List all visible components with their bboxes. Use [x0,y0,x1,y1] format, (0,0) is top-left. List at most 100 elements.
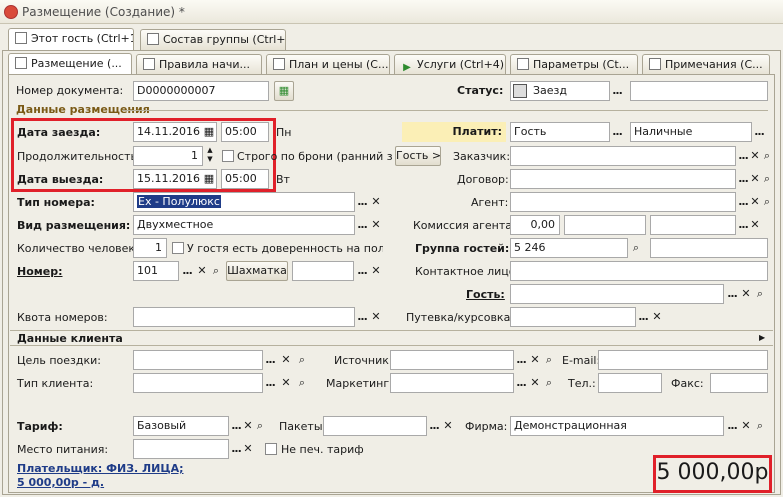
guest-clear-icon[interactable]: ✕ [739,285,753,303]
room-extra-clear-icon[interactable]: ✕ [369,262,383,280]
customer-search-icon[interactable]: ⌕ [760,147,774,165]
guest-group-extra-field[interactable] [650,238,768,258]
room-extra-field[interactable] [292,261,354,281]
trip-purpose-search-icon[interactable]: ⌕ [295,351,309,369]
marketing-select-button[interactable]: ... [514,374,528,392]
duration-field[interactable]: 1 [133,146,203,166]
contract-search-icon[interactable]: ⌕ [760,170,774,188]
room-select-button[interactable]: ... [180,262,194,280]
source-field[interactable] [390,350,514,370]
firm-field[interactable]: Демонстрационная [510,416,724,436]
marketing-field[interactable] [390,373,514,393]
trust-checkbox[interactable] [172,242,184,254]
room-field[interactable]: 101 [133,261,179,281]
guest-field[interactable] [510,284,724,304]
guest-select-button[interactable]: ... [725,285,739,303]
tariff-search-icon[interactable]: ⌕ [253,417,267,435]
status-select-button[interactable]: ... [610,82,624,100]
subtab-rules[interactable]: Правила начи... [136,54,262,75]
quota-field[interactable] [133,307,355,327]
subtab-parameters[interactable]: Параметры (Ct... [510,54,638,75]
guest-group-field[interactable]: 5 246 [510,238,628,258]
agent-commission-extra-field[interactable] [564,215,646,235]
email-field[interactable] [598,350,768,370]
room-type-clear-icon[interactable]: ✕ [369,193,383,211]
meal-clear-icon[interactable]: ✕ [241,440,255,458]
guest-forward-button[interactable]: Гость > [395,146,441,166]
strict-booking-checkbox[interactable] [222,150,234,162]
tariff-field[interactable]: Базовый [133,416,229,436]
meal-field[interactable] [133,439,229,459]
checkout-time-field[interactable]: 05:00 [221,169,269,189]
guest-group-search-icon[interactable]: ⌕ [629,239,643,257]
room-type-select-button[interactable]: ... [355,193,369,211]
customer-field[interactable] [510,146,736,166]
doc-number-action-button[interactable]: ▦ [274,81,294,101]
subtab-notes[interactable]: Примечания (С... [642,54,770,75]
payer-link[interactable]: Плательщик: ФИЗ. ЛИЦА; [17,462,184,475]
room-search-icon[interactable]: ⌕ [209,262,223,280]
packages-field[interactable] [323,416,427,436]
voucher-clear-icon[interactable]: ✕ [650,308,664,326]
status-extra-field[interactable] [630,81,768,101]
pays-method-field[interactable]: Наличные [630,122,752,142]
trip-purpose-select-button[interactable]: ... [263,351,277,369]
placement-type-select-button[interactable]: ... [355,216,369,234]
marketing-search-icon[interactable]: ⌕ [542,374,556,392]
voucher-field[interactable] [510,307,636,327]
client-type-clear-icon[interactable]: ✕ [279,374,293,392]
pays-who-select-button[interactable]: ... [610,123,624,141]
checkin-time-field[interactable]: 05:00 [221,122,269,142]
agent-commission-clear-icon[interactable]: ✕ [748,216,762,234]
packages-clear-icon[interactable]: ✕ [441,417,455,435]
payer-amount-link[interactable]: 5 000,00р - д. [17,476,104,489]
subtab-services[interactable]: ▶ Услуги (Ctrl+4) [394,54,506,75]
firm-search-icon[interactable]: ⌕ [753,417,767,435]
stepper-down-icon[interactable]: ▼ [203,155,217,164]
trip-purpose-field[interactable] [133,350,263,370]
packages-select-button[interactable]: ... [427,417,441,435]
contract-field[interactable] [510,169,736,189]
source-clear-icon[interactable]: ✕ [528,351,542,369]
stepper-up-icon[interactable]: ▲ [203,146,217,155]
phone-field[interactable] [598,373,662,393]
no-print-tariff-checkbox[interactable] [265,443,277,455]
guest-search-icon[interactable]: ⌕ [753,285,767,303]
room-type-field[interactable]: Ex - Полулюкс [133,192,355,212]
room-extra-select-button[interactable]: ... [355,262,369,280]
pays-method-select-button[interactable]: ... [752,123,766,141]
agent-search-icon[interactable]: ⌕ [760,193,774,211]
voucher-select-button[interactable]: ... [636,308,650,326]
client-type-field[interactable] [133,373,263,393]
client-type-select-button[interactable]: ... [263,374,277,392]
fax-field[interactable] [710,373,768,393]
source-search-icon[interactable]: ⌕ [542,351,556,369]
agent-commission-field[interactable]: 0,00 [510,215,560,235]
placement-type-field[interactable]: Двухместное [133,215,355,235]
firm-clear-icon[interactable]: ✕ [739,417,753,435]
collapse-arrow-icon[interactable]: ▶ [759,333,765,342]
room-clear-icon[interactable]: ✕ [195,262,209,280]
subtab-placement[interactable]: Размещение (... [8,53,132,76]
duration-stepper[interactable]: ▲ ▼ [203,146,217,166]
trip-purpose-clear-icon[interactable]: ✕ [279,351,293,369]
doc-number-field[interactable]: D0000000007 [133,81,269,101]
calendar-icon[interactable]: ▦ [202,123,216,141]
pays-who-field[interactable]: Гость [510,122,610,142]
quota-clear-icon[interactable]: ✕ [369,308,383,326]
marketing-clear-icon[interactable]: ✕ [528,374,542,392]
chess-button[interactable]: Шахматка [226,261,288,281]
contact-field[interactable] [510,261,768,281]
client-type-search-icon[interactable]: ⌕ [295,374,309,392]
tab-this-guest[interactable]: Этот гость (Ctrl+1) [8,28,134,51]
source-select-button[interactable]: ... [514,351,528,369]
tab-group[interactable]: Состав группы (Ctrl+7) [140,29,286,50]
firm-select-button[interactable]: ... [725,417,739,435]
subtab-plan-prices[interactable]: План и цены (С... [266,54,390,75]
quota-select-button[interactable]: ... [355,308,369,326]
agent-field[interactable] [510,192,736,212]
persons-field[interactable]: 1 [133,238,167,258]
placement-type-clear-icon[interactable]: ✕ [369,216,383,234]
calendar-icon[interactable]: ▦ [202,170,216,188]
agent-commission-type-field[interactable] [650,215,736,235]
